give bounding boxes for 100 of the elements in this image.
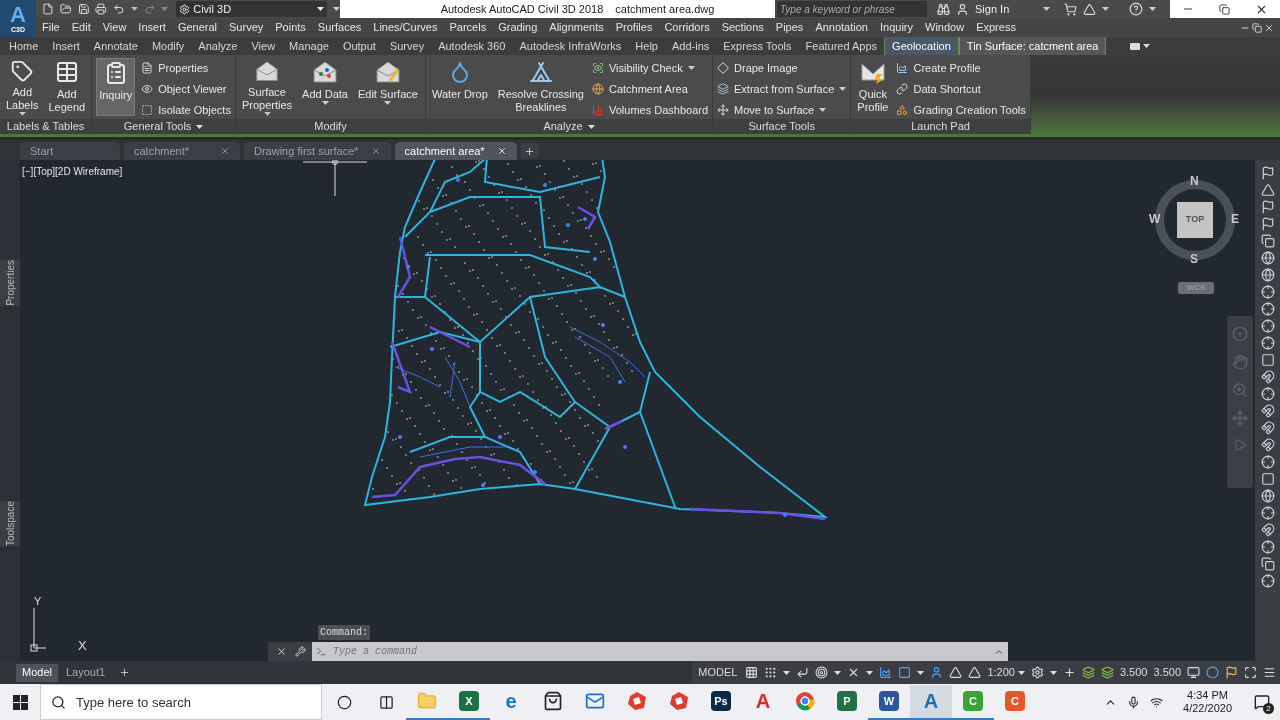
ribbon-tab[interactable]: View [244, 37, 283, 55]
document-tab[interactable]: catchment area* [394, 142, 517, 160]
document-tab[interactable]: Drawing first surface* [244, 142, 391, 160]
ribbon-menu-item[interactable]: Move to Surface [717, 102, 847, 118]
ribbon-menu-item[interactable]: Volumes Dashboard [591, 102, 709, 118]
ribbon-tab[interactable]: Featured Apps [798, 37, 885, 55]
ribbon-menu-item[interactable]: Grading Creation Tools [896, 102, 1026, 118]
ribbon-menu-item[interactable]: Extract from Surface [717, 81, 847, 97]
taskbar-app-button[interactable]: C [994, 684, 1036, 720]
menu-item[interactable]: Corridors [664, 19, 710, 36]
palette-tab[interactable]: Properties [0, 260, 22, 306]
clock-time[interactable]: 4:34 PM [1187, 689, 1228, 702]
dashed-square-icon [141, 104, 154, 116]
layers-icon [1100, 666, 1114, 679]
ribbon-tab[interactable]: Output [335, 37, 383, 55]
ribbon-menu-item[interactable]: Isolate Objects [141, 102, 231, 118]
workspace-dropdown[interactable]: Civil 3D [176, 1, 328, 17]
new-tab-button[interactable] [520, 143, 539, 159]
ribbon-tab[interactable]: Survey [382, 37, 432, 55]
ribbon-tab[interactable]: Manage [282, 37, 336, 55]
ribbon-menu-item[interactable]: Create Profile [896, 60, 1026, 76]
ribbon-button[interactable]: Edit Surface [355, 58, 420, 116]
menu-item[interactable]: Lines/Curves [373, 19, 438, 36]
taskbar-app-button[interactable]: Ps [700, 684, 742, 720]
menu-item[interactable]: Survey [229, 19, 264, 36]
palette-tab[interactable]: Toolspace [0, 500, 22, 546]
taskbar-app-button[interactable]: P [826, 684, 868, 720]
menu-item[interactable]: View [102, 19, 127, 36]
menu-item[interactable]: Surfaces [317, 19, 362, 36]
panel-title: General Tools [123, 119, 192, 135]
square-icon [1260, 353, 1275, 367]
ribbon-menu-item[interactable]: Visibility Check [591, 60, 709, 76]
cortana-circle-icon[interactable] [336, 694, 352, 710]
ribbon-tab[interactable]: Geolocation [884, 37, 959, 55]
ribbon-tab[interactable]: Tin Surface: catcment area [958, 37, 1107, 55]
model-space-button[interactable]: MODEL [696, 664, 740, 681]
taskbar-app-button[interactable]: e [490, 684, 532, 720]
menu-item[interactable]: Points [275, 19, 306, 36]
ribbon-button[interactable]: Add Legend [46, 58, 88, 116]
ribbon-button[interactable]: Quick Profile [855, 58, 891, 116]
layout-tab[interactable]: Layout1 [59, 663, 112, 682]
close-icon[interactable] [276, 646, 287, 657]
document-tab[interactable]: Start [20, 142, 120, 160]
ribbon-tab[interactable]: Help [628, 37, 665, 55]
layers-icon [717, 83, 730, 95]
add-layout-icon[interactable] [119, 667, 131, 678]
notifications-button[interactable]: 2 [1250, 690, 1274, 714]
viewcube-face[interactable]: TOP [1177, 202, 1213, 238]
document-tab[interactable]: catchment* [124, 142, 240, 160]
menu-item[interactable]: Parcels [449, 19, 487, 36]
ribbon-tab[interactable]: Autodesk InfraWorks [512, 37, 629, 55]
command-field[interactable]: Type a command [312, 642, 1008, 661]
ribbon-button[interactable]: Inquiry [96, 58, 136, 116]
ribbon-tab[interactable]: Autodesk 360 [431, 37, 513, 55]
ribbon-button[interactable]: Resolve Crossing Breaklines [495, 58, 586, 116]
taskbar-app-button[interactable]: X [448, 684, 490, 720]
menu-item[interactable]: Express [976, 19, 1016, 36]
caret-icon [1043, 7, 1050, 11]
task-view-icon[interactable] [378, 694, 394, 710]
taskbar-search-box[interactable]: Type here to search [40, 684, 322, 720]
scale-dropdown[interactable]: 1:200 [987, 664, 1025, 681]
clock-date[interactable]: 4/22/2020 [1183, 702, 1232, 715]
wrench-icon[interactable] [295, 646, 306, 657]
menu-item[interactable]: Inquiry [880, 19, 913, 36]
menu-item[interactable]: General [177, 19, 217, 36]
triangle-icon [1260, 183, 1275, 197]
ribbon-button[interactable]: Add Labels [4, 58, 41, 116]
ribbon-menu-item[interactable]: Object Viewer [141, 81, 231, 97]
ribbon-menu-item[interactable]: Data Shortcut [896, 81, 1026, 97]
menu-item[interactable]: Pipes [775, 19, 804, 36]
ribbon-menu-item[interactable]: Catchment Area [591, 81, 709, 97]
ribbon-button[interactable]: Add Data [300, 58, 350, 116]
ribbon-menu-item[interactable]: Drape Image [717, 60, 847, 76]
ribbon-button[interactable]: Surface Properties [239, 58, 295, 116]
taskbar-app-button[interactable]: A [742, 684, 784, 720]
ribbon-tab[interactable]: Modify [144, 37, 192, 55]
ribbon-menu-item[interactable]: Properties [141, 60, 231, 76]
ribbon-tab[interactable]: Add-ins [664, 37, 717, 55]
taskbar-app-button[interactable]: A [910, 684, 952, 720]
menu-item[interactable]: Edit [71, 19, 91, 36]
menu-item[interactable]: File [42, 19, 60, 36]
menu-item[interactable]: Insert [138, 19, 166, 36]
sign-in-button[interactable]: Sign In [975, 0, 1037, 18]
menu-item[interactable]: Sections [721, 19, 764, 36]
ribbon-tab[interactable]: Annotate [86, 37, 145, 55]
ribbon-tab[interactable]: Analyze [191, 37, 245, 55]
layout-tab[interactable]: Model [16, 663, 58, 682]
viewport-label[interactable]: [−][Top][2D Wireframe] [22, 164, 123, 179]
search-field[interactable]: Type a keyword or phrase [777, 1, 927, 17]
menu-item[interactable]: Alignments [549, 19, 604, 36]
ribbon-tab[interactable]: Home [2, 37, 46, 55]
ribbon-tab[interactable]: Insert [45, 37, 87, 55]
print-icon [95, 3, 107, 15]
menu-item[interactable]: Grading [498, 19, 538, 36]
menu-item[interactable]: Annotation [815, 19, 868, 36]
ribbon-tab[interactable]: Express Tools [716, 37, 799, 55]
ribbon-button[interactable]: Water Drop [429, 58, 490, 116]
menu-item[interactable]: Window [925, 19, 965, 36]
menu-item[interactable]: Profiles [615, 19, 653, 36]
flag-icon [1260, 166, 1275, 180]
